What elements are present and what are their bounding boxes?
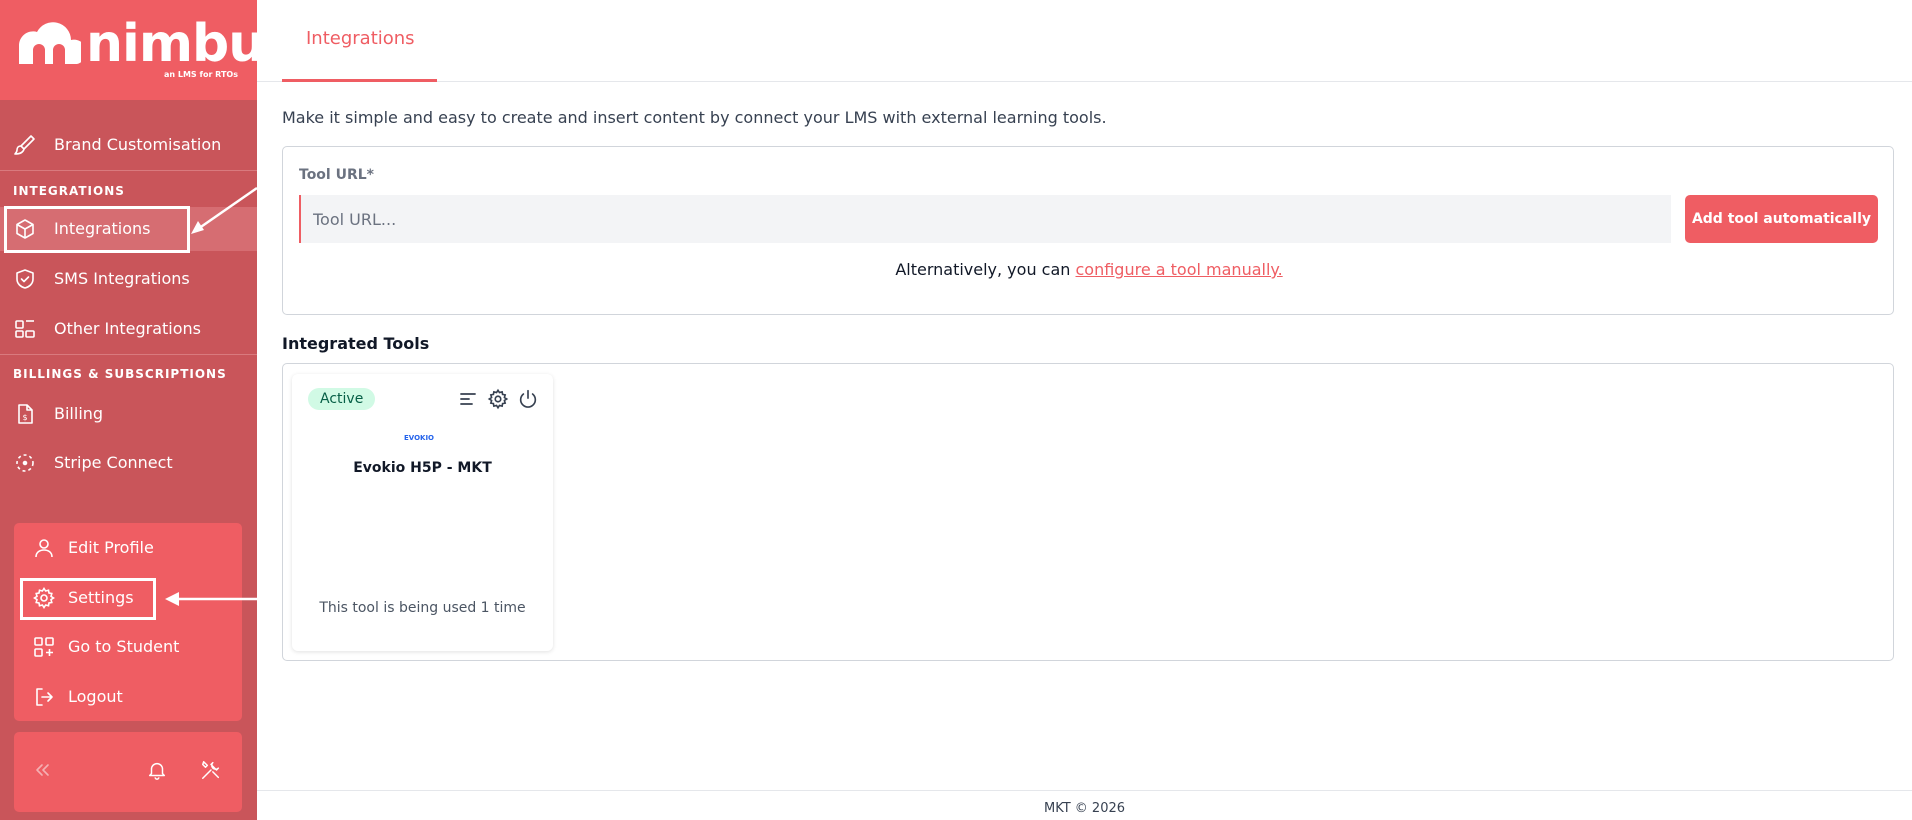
menu-item-label: Logout [68, 687, 123, 706]
brand-tagline: an LMS for RTOs [163, 70, 238, 79]
tool-url-label: Tool URL* [299, 167, 374, 183]
divider [0, 170, 257, 171]
sidebar-item-other-integrations[interactable]: Other Integrations [0, 307, 257, 351]
arrow-annotation [191, 186, 258, 234]
intro-text: Make it simple and easy to create and in… [282, 108, 1107, 127]
menu-item-label: Go to Student [68, 637, 180, 656]
collapse-icon[interactable] [32, 760, 52, 780]
section-heading-integrations: INTEGRATIONS [13, 184, 125, 198]
integrated-tools-panel: Active EVOKIO Evokio H5P - MKT This tool… [282, 363, 1894, 661]
menu-item-go-to-student[interactable]: Go to Student [14, 625, 242, 669]
card-actions [457, 388, 539, 410]
sidebar-item-label: Brand Customisation [54, 135, 222, 154]
tab-integrations[interactable]: Integrations [282, 0, 437, 82]
configure-manually-link[interactable]: configure a tool manually. [1076, 260, 1283, 279]
alternative-text: Alternatively, you can [895, 260, 1076, 279]
sidebar-toolbar [14, 732, 242, 812]
user-icon [32, 536, 56, 560]
bell-icon[interactable] [146, 759, 168, 781]
tools-icon[interactable] [200, 759, 222, 781]
sidebar-item-brand-customisation[interactable]: Brand Customisation [0, 123, 257, 167]
sidebar-item-stripe-connect[interactable]: Stripe Connect [0, 441, 257, 485]
gear-icon[interactable] [487, 388, 509, 410]
status-badge: Active [308, 388, 376, 410]
integrated-tools-title: Integrated Tools [282, 334, 430, 353]
cloud-logo-icon [15, 20, 81, 66]
tool-name: Evokio H5P - MKT [353, 460, 492, 476]
tool-url-input[interactable] [299, 195, 1671, 243]
grid-plus-icon [32, 635, 56, 659]
invoice-icon: $ [13, 402, 37, 426]
brand-name: nimbu [86, 14, 257, 74]
connect-icon [13, 451, 37, 475]
svg-text:$: $ [23, 413, 28, 422]
menu-item-logout[interactable]: Logout [14, 675, 242, 719]
menu-item-label: Edit Profile [68, 538, 154, 557]
sidebar: nimbu an LMS for RTOs Brand Customisatio… [0, 0, 257, 820]
highlight-box [20, 578, 156, 620]
tab-label: Integrations [306, 28, 415, 49]
account-menu: Edit Profile Settings Go to Student Logo… [14, 523, 242, 721]
section-heading-billing: BILLINGS & SUBSCRIPTIONS [13, 367, 227, 381]
add-tool-panel: Tool URL* Add tool automatically Alterna… [282, 146, 1894, 315]
power-icon[interactable] [517, 388, 539, 410]
sidebar-item-label: Billing [54, 404, 104, 423]
tool-logo: EVOKIO [404, 434, 435, 442]
menu-item-edit-profile[interactable]: Edit Profile [14, 526, 242, 570]
footer: MKT © 2026 [257, 790, 1912, 820]
sidebar-item-label: Stripe Connect [54, 453, 173, 472]
sidebar-item-label: Other Integrations [54, 319, 202, 338]
paintbrush-icon [13, 133, 37, 157]
footer-text: MKT © 2026 [1043, 801, 1126, 816]
sidebar-item-billing[interactable]: $ Billing [0, 392, 257, 436]
add-tool-button[interactable]: Add tool automatically [1685, 195, 1878, 243]
logout-icon [32, 685, 56, 709]
sidebar-item-label: SMS Integrations [54, 269, 190, 288]
alternative-line: Alternatively, you can configure a tool … [283, 260, 1895, 279]
align-left-icon[interactable] [457, 388, 479, 410]
tool-card[interactable]: Active EVOKIO Evokio H5P - MKT This tool… [292, 374, 553, 651]
highlight-box [4, 206, 190, 253]
sidebar-item-sms-integrations[interactable]: SMS Integrations [0, 257, 257, 301]
blocks-icon [13, 317, 37, 341]
logo[interactable]: nimbu an LMS for RTOs [0, 0, 257, 100]
tab-bar: Integrations [257, 0, 1912, 82]
tool-usage: This tool is being used 1 time [319, 600, 526, 616]
shield-check-icon [13, 267, 37, 291]
arrow-annotation [165, 592, 258, 606]
divider [0, 354, 257, 355]
